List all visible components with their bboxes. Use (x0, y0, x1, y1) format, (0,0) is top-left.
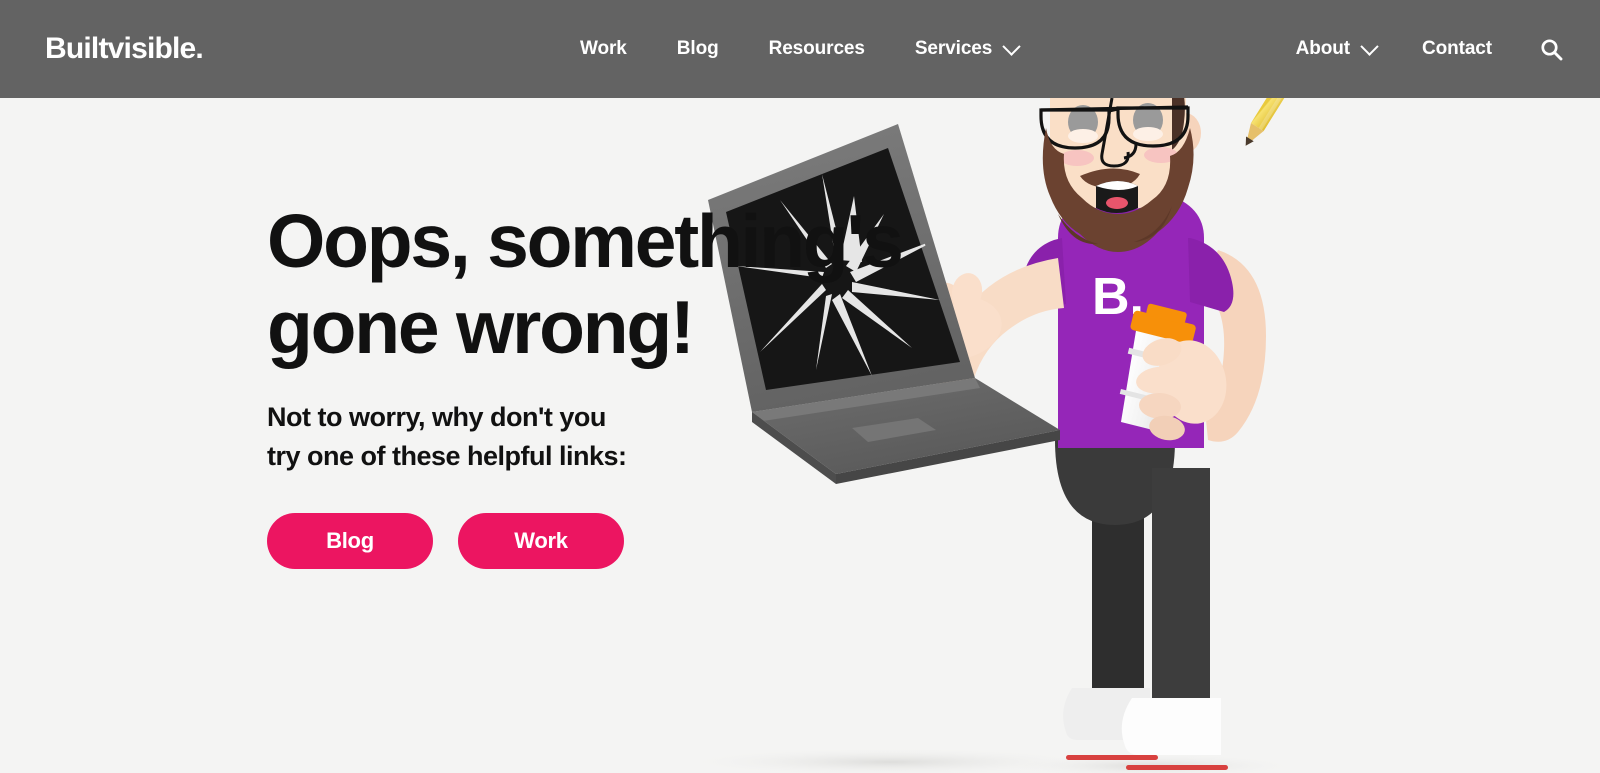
nav-item-contact-label: Contact (1421, 38, 1492, 59)
primary-navigation: Work Blog Resources Services (580, 36, 1021, 60)
mouth (1096, 181, 1138, 213)
search-icon (1540, 38, 1562, 60)
sleeve-right (1188, 238, 1234, 312)
nav-item-contact[interactable]: Contact (1422, 38, 1492, 60)
chevron-down-icon (1002, 36, 1021, 56)
nav-item-blog[interactable]: Blog (677, 38, 719, 60)
nav-item-services-label: Services (914, 38, 993, 59)
nav-item-services[interactable]: Services (914, 36, 1021, 60)
blog-button[interactable]: Blog (267, 513, 433, 569)
nav-item-about[interactable]: About (1295, 36, 1379, 60)
nav-item-work-label: Work (580, 38, 627, 59)
leg-front (1152, 468, 1210, 700)
search-button[interactable] (1538, 36, 1564, 62)
nav-item-resources[interactable]: Resources (769, 38, 865, 60)
hero-subtext: Not to worry, why don't you try one of t… (267, 402, 627, 471)
site-header: Builtvisible. Work Blog Resources Servic… (0, 0, 1600, 98)
nav-item-about-label: About (1295, 38, 1350, 59)
cheek-left (1060, 150, 1094, 166)
nav-item-work[interactable]: Work (580, 38, 627, 60)
error-page: Builtvisible. Work Blog Resources Servic… (0, 0, 1600, 773)
work-button[interactable]: Work (458, 513, 624, 569)
chevron-down-icon (1360, 36, 1379, 56)
helpful-links: Blog Work (267, 513, 927, 569)
site-logo[interactable]: Builtvisible. (45, 32, 204, 66)
nav-item-blog-label: Blog (676, 38, 719, 59)
page-title: Oops, something's gone wrong! (267, 199, 904, 369)
secondary-navigation: About Contact (1296, 36, 1564, 62)
hero-section: Oops, something's gone wrong! Not to wor… (267, 198, 927, 569)
nav-item-resources-label: Resources (768, 38, 865, 59)
